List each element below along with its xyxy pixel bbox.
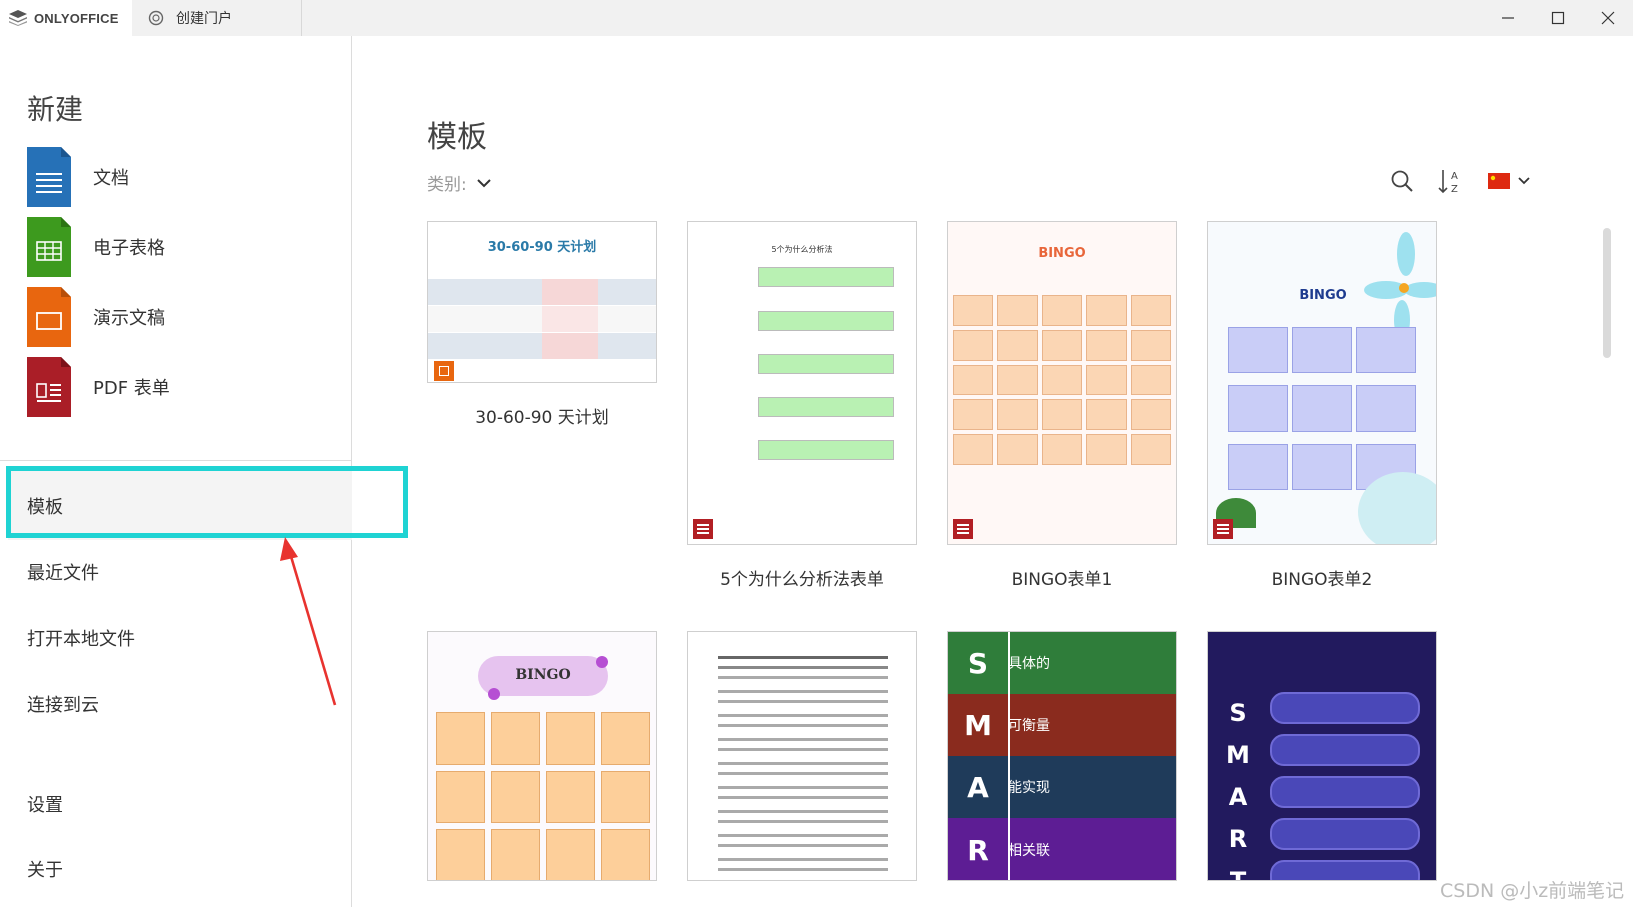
sidebar-item-settings[interactable]: 设置 xyxy=(27,791,63,817)
template-thumbnail: S M A R T xyxy=(1207,631,1437,881)
template-card[interactable]: S 具体的 M 可衡量 A 能实现 R 相关联 xyxy=(947,631,1177,881)
page-title: 模板 xyxy=(427,120,487,155)
template-card[interactable]: BINGO BINGO表单2 xyxy=(1207,221,1437,590)
watermark: CSDN @小z前端笔记 xyxy=(1440,880,1625,902)
search-icon xyxy=(1391,170,1413,192)
template-thumbnail: BINGO xyxy=(1207,221,1437,545)
sidebar-item-about[interactable]: 关于 xyxy=(27,856,63,882)
sidebar-item-connect-cloud[interactable]: 连接到云 xyxy=(27,691,99,717)
annotation-arrow xyxy=(280,537,337,706)
category-dropdown[interactable]: 类别: xyxy=(427,170,491,195)
smart-letter: R xyxy=(1228,825,1248,853)
document-icon xyxy=(27,147,71,207)
new-pdf-form-label: PDF 表单 xyxy=(93,378,170,399)
smart-text: 能实现 xyxy=(1008,780,1050,796)
spreadsheet-icon xyxy=(27,217,71,277)
new-presentation-button[interactable]: 演示文稿 xyxy=(27,287,327,347)
smart-letter: A xyxy=(1228,783,1248,811)
language-selector[interactable] xyxy=(1482,164,1536,198)
pdf-badge-icon xyxy=(1213,519,1233,539)
template-thumbnail: BINGO xyxy=(427,631,657,881)
portal-tab-label: 创建门户 xyxy=(176,11,232,27)
thumb-heading: BINGO xyxy=(515,667,571,683)
tab-create-portal[interactable]: 创建门户 xyxy=(132,0,302,36)
chevron-down-icon xyxy=(477,178,491,187)
template-card[interactable]: BINGO BINGO表单1 xyxy=(947,221,1177,590)
smart-letter: T xyxy=(1229,867,1247,881)
pdf-form-icon xyxy=(27,357,71,417)
portal-icon xyxy=(148,10,164,26)
smart-letter: M xyxy=(964,708,992,742)
new-pdf-form-button[interactable]: PDF 表单 xyxy=(27,357,327,417)
template-thumbnail xyxy=(687,631,917,881)
new-document-button[interactable]: 文档 xyxy=(27,147,327,207)
template-thumbnail: 5个为什么分析法 xyxy=(687,221,917,545)
smart-letter: S xyxy=(967,646,989,680)
close-icon xyxy=(1601,11,1615,25)
template-card[interactable]: 30-60-90 天计划 30-60-90 天计划 xyxy=(427,221,657,428)
sort-az-icon: A Z xyxy=(1438,170,1458,195)
app-name: ONLYOFFICE xyxy=(34,10,119,26)
thumb-heading: 5个为什么分析法 xyxy=(771,245,833,254)
thumb-heading: BINGO xyxy=(1299,288,1347,303)
thumb-heading: BINGO xyxy=(1038,246,1086,261)
minimize-button[interactable] xyxy=(1483,0,1533,36)
maximize-icon xyxy=(1551,11,1565,25)
thumb-heading: 30-60-90 天计划 xyxy=(487,240,597,255)
template-thumbnail: BINGO xyxy=(947,221,1177,545)
template-thumbnail: 30-60-90 天计划 xyxy=(427,221,657,383)
presentation-icon xyxy=(27,287,71,347)
search-button[interactable] xyxy=(1385,164,1419,198)
template-title: BINGO表单1 xyxy=(1011,570,1113,590)
smart-letter: S xyxy=(1229,699,1247,727)
close-button[interactable] xyxy=(1583,0,1633,36)
new-presentation-label: 演示文稿 xyxy=(93,308,165,329)
sidebar-item-open-local[interactable]: 打开本地文件 xyxy=(27,625,135,651)
smart-letter: M xyxy=(1226,741,1250,769)
smart-letter: R xyxy=(967,833,989,867)
scrollbar[interactable] xyxy=(1603,228,1611,358)
title-bar: ONLYOFFICE 创建门户 xyxy=(0,0,1633,36)
chevron-down-icon xyxy=(1518,177,1530,185)
new-spreadsheet-button[interactable]: 电子表格 xyxy=(27,217,327,277)
new-spreadsheet-label: 电子表格 xyxy=(93,238,165,259)
template-title: 30-60-90 天计划 xyxy=(475,408,609,428)
sort-button[interactable]: A Z xyxy=(1434,164,1468,198)
template-title: 5个为什么分析法表单 xyxy=(720,570,884,590)
template-card[interactable]: S M A R T xyxy=(1207,631,1437,881)
sidebar-item-recent[interactable]: 最近文件 xyxy=(27,559,99,585)
new-section-title: 新建 xyxy=(27,93,84,126)
smart-text: 相关联 xyxy=(1008,843,1050,859)
annotation-highlight-box xyxy=(6,466,408,538)
template-thumbnail: S 具体的 M 可衡量 A 能实现 R 相关联 xyxy=(947,631,1177,881)
svg-text:Z: Z xyxy=(1451,184,1458,195)
template-title: BINGO表单2 xyxy=(1271,570,1373,590)
pdf-badge-icon xyxy=(693,519,713,539)
new-document-label: 文档 xyxy=(93,168,129,189)
smart-text: 具体的 xyxy=(1008,656,1050,672)
maximize-button[interactable] xyxy=(1533,0,1583,36)
pdf-badge-icon xyxy=(953,519,973,539)
sidebar-divider xyxy=(0,460,352,461)
template-card[interactable]: BINGO xyxy=(427,631,657,881)
china-flag-icon xyxy=(1488,173,1510,189)
onlyoffice-logo-icon xyxy=(9,10,27,26)
smart-letter: A xyxy=(967,770,989,804)
category-label: 类别: xyxy=(427,175,467,195)
minimize-icon xyxy=(1502,17,1514,19)
smart-text: 可衡量 xyxy=(1008,718,1050,734)
flower-decoration xyxy=(1364,232,1436,340)
template-card[interactable]: 5个为什么分析法 5个为什么分析法表单 xyxy=(687,221,917,590)
tab-onlyoffice-home[interactable]: ONLYOFFICE xyxy=(0,0,132,36)
svg-text:A: A xyxy=(1451,171,1458,182)
template-card[interactable] xyxy=(687,631,917,881)
